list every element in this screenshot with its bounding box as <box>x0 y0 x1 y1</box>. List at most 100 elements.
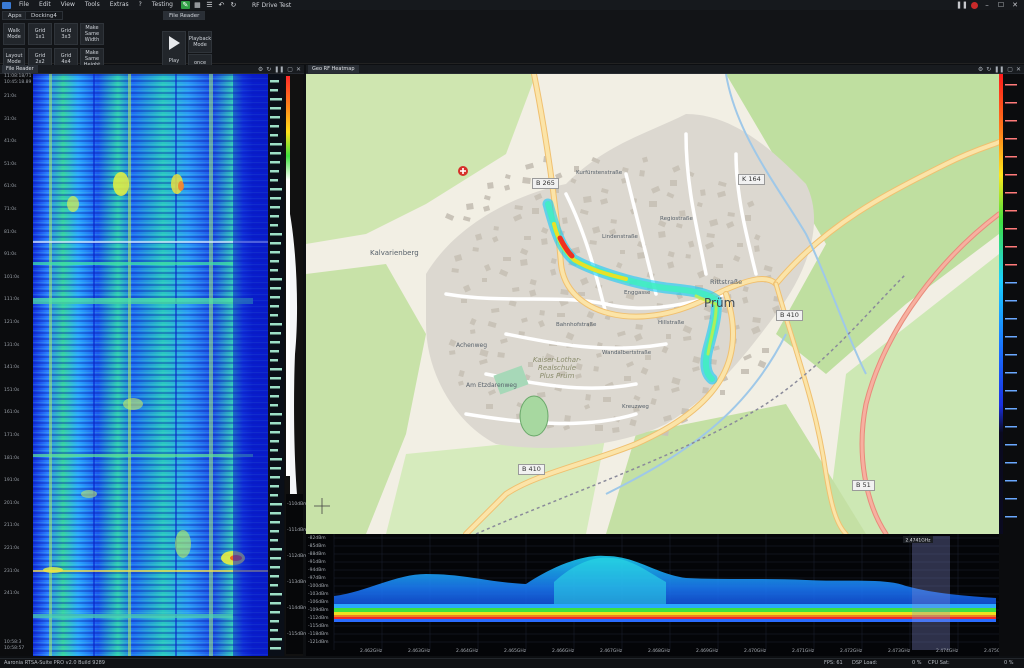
fps-label: FPS: 61 <box>824 660 843 666</box>
close-icon[interactable]: ✕ <box>1016 66 1021 73</box>
spectrum-level-label: -85dBm <box>308 544 326 549</box>
app-logo-icon <box>2 1 11 9</box>
waterfall-time-label: 231:0s <box>4 568 20 574</box>
settings-icon[interactable]: ⚙ <box>258 66 263 73</box>
spectrum-frequency-label: 2.467GHz <box>600 649 623 654</box>
spectrum-frequency-label: 2.470GHz <box>744 649 767 654</box>
cpu-load-value: 0 % <box>1004 660 1014 666</box>
street-label: Enggasse <box>624 290 651 296</box>
spectrum-level-label: -94dBm <box>308 568 326 573</box>
spectrum-level-label: -91dBm <box>308 560 326 565</box>
waterfall-time-label: 131:0s <box>4 342 20 348</box>
spectrum-frequency-label: 2.468GHz <box>648 649 671 654</box>
spectrum-graphic: 2.4741GHz <box>306 534 999 656</box>
spectrum-level-label: -112dBm <box>308 616 329 621</box>
menu-tools[interactable]: Tools <box>80 0 105 10</box>
road-shield-b410-east: B 410 <box>776 310 803 321</box>
spectrum-level-label: -115dBm <box>308 624 329 629</box>
menu-help[interactable]: ? <box>134 0 147 10</box>
spectrum-display[interactable]: 2.4741GHz -82dBm -85dBm -88dBm -91dBm -94dBm… <box>306 534 999 656</box>
playback-mode-button[interactable]: Playback Mode <box>188 31 212 53</box>
waterfall-time-label: 201:0s <box>4 500 20 506</box>
waterfall-time-label: 91:0s <box>4 252 17 258</box>
make-same-width-button[interactable]: Make Same Width <box>80 23 104 45</box>
version-label: Aaronia RTSA-Suite PRO v2.0 Build 9289 <box>4 660 105 666</box>
waterfall-time-label: 11:08:18/71 <box>4 74 32 79</box>
file-reader-panel-header: File Reader ⚙ ↻ ❚❚ ▢ ✕ <box>0 65 304 74</box>
spectrum-frequency-label: 2.462GHz <box>360 649 383 654</box>
waterfall-time-label: 71:0s <box>4 207 17 212</box>
tab-apps[interactable]: Apps <box>2 11 28 20</box>
pause-icon[interactable]: ❚❚ <box>274 66 284 73</box>
undo-icon[interactable]: ↶ <box>217 1 226 9</box>
waterfall-time-label: 111:0s <box>4 297 20 303</box>
tab-file-reader[interactable]: File Reader <box>163 11 206 20</box>
marker-frequency-label: 2.4741GHz <box>906 538 932 544</box>
refresh-icon[interactable]: ↻ <box>986 66 991 73</box>
maximize-icon[interactable]: ▢ <box>287 66 293 73</box>
street-label: Regiostraße <box>660 216 693 222</box>
maximize-icon[interactable]: ▢ <box>1007 66 1013 73</box>
spectrum-frequency-label: 2.469GHz <box>696 649 719 654</box>
maximize-icon[interactable]: ☐ <box>996 1 1006 9</box>
refresh-icon[interactable]: ↻ <box>266 66 271 73</box>
close-icon[interactable]: ✕ <box>1010 1 1020 9</box>
menu-file[interactable]: File <box>14 0 34 10</box>
status-bar: Aaronia RTSA-Suite PRO v2.0 Build 9289 F… <box>0 658 1024 668</box>
road-shield-b410-south: B 410 <box>518 464 545 475</box>
heatmap-panel-header: Geo RF Heatmap ⚙ ↻ ❚❚ ▢ ✕ <box>306 65 1024 74</box>
menu-edit[interactable]: Edit <box>34 0 56 10</box>
pause-icon[interactable]: ❚❚ <box>956 1 968 9</box>
grid-1x1-button[interactable]: Grid 1x1 <box>28 23 52 45</box>
waterfall-time-label: 241:0s <box>4 591 20 597</box>
walk-mode-button[interactable]: Walk Mode <box>3 23 25 45</box>
street-label: Kurfürstenstraße <box>576 170 623 176</box>
waterfall-level-label: -111dBm <box>287 528 308 533</box>
app-title: RF Drive Test <box>251 1 292 9</box>
edit-icon[interactable]: ✎ <box>180 1 190 9</box>
grid-icon[interactable]: ▦ <box>193 1 202 9</box>
close-icon[interactable]: ✕ <box>296 66 301 73</box>
spectrum-frequency-label: 2.463GHz <box>408 649 431 654</box>
street-label: Bahnhofstraße <box>556 322 597 328</box>
tab-docking[interactable]: Docking4 <box>25 11 63 20</box>
waterfall-graphic <box>33 74 283 656</box>
dsp-load-value: 0 % <box>912 660 922 666</box>
settings-icon[interactable]: ⚙ <box>978 66 983 73</box>
menu-view[interactable]: View <box>56 0 80 10</box>
list-icon[interactable]: ☰ <box>205 1 214 9</box>
cpu-load-label: CPU Sat: <box>928 660 950 666</box>
play-icon <box>168 36 180 50</box>
road-shield-k164: K 164 <box>738 174 765 185</box>
menu-testing[interactable]: Testing <box>147 0 178 10</box>
waterfall-display[interactable] <box>33 74 283 656</box>
waterfall-time-label: 121:0s <box>4 320 20 325</box>
pause-icon[interactable]: ❚❚ <box>994 66 1004 73</box>
waterfall-time-label: 51:0s <box>4 161 17 167</box>
waterfall-level-label: -113dBm <box>287 580 308 585</box>
waterfall-time-label: 21:0s <box>4 94 17 99</box>
waterfall-time-label: 151:0s <box>4 387 20 393</box>
waterfall-time-label: 221:0s <box>4 546 20 551</box>
menu-extras[interactable]: Extras <box>105 0 134 10</box>
spectrum-level-label: -106dBm <box>308 600 329 605</box>
spectrum-level-label: -97dBm <box>308 576 326 581</box>
street-label: Lindenstraße <box>602 234 638 240</box>
waterfall-time-label: 191:0s <box>4 478 20 484</box>
menu-bar: File Edit View Tools Extras ? Testing ✎ … <box>0 0 1024 10</box>
geo-rf-heatmap[interactable]: Kalvarienberg Prüm Rittstraße Kaiser-Lot… <box>306 74 999 534</box>
spectrum-frequency-label: 2.471GHz <box>792 649 815 654</box>
record-icon[interactable] <box>971 2 978 9</box>
minimize-icon[interactable]: – <box>982 1 992 9</box>
town-name-label: Prüm <box>704 296 736 310</box>
waterfall-time-label: 61:0s <box>4 184 17 190</box>
file-reader-panel-tab[interactable]: File Reader <box>2 65 38 73</box>
grid-3x3-button[interactable]: Grid 3x3 <box>54 23 78 45</box>
redo-icon[interactable]: ↻ <box>229 1 238 9</box>
street-label: Am Etzdarenweg <box>466 382 517 389</box>
waterfall-time-label: 101:0s <box>4 274 20 280</box>
waterfall-time-label: 81:0s <box>4 229 17 235</box>
waterfall-time-label: 10:58:57 <box>4 646 25 651</box>
spectrum-frequency-label: 2.474GHz <box>936 649 959 654</box>
heatmap-panel-tab[interactable]: Geo RF Heatmap <box>308 65 359 73</box>
